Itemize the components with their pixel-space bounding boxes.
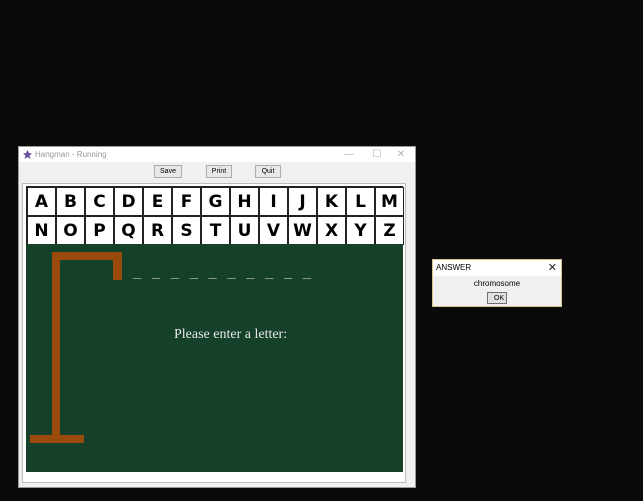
quit-button[interactable]: Quit [255, 165, 281, 178]
letter-prompt: Please enter a letter: [174, 327, 288, 342]
letter-button[interactable]: J [288, 187, 317, 216]
letter-button[interactable]: D [114, 187, 143, 216]
java-app-icon [23, 150, 32, 159]
letter-button[interactable]: Z [375, 216, 404, 245]
letter-button[interactable]: A [27, 187, 56, 216]
toolbar: Save Print Quit [19, 162, 415, 185]
dialog-titlebar[interactable]: ANSWER ✕ [433, 260, 561, 276]
save-button[interactable]: Save [154, 165, 182, 178]
letter-button[interactable]: E [143, 187, 172, 216]
letter-grid: ABCDEFGHIJKLM NOPQRSTUVWXYZ [26, 186, 404, 245]
word-blanks: _ _ _ _ _ _ _ _ _ _ [133, 263, 313, 279]
letter-button[interactable]: G [201, 187, 230, 216]
close-icon[interactable]: ✕ [387, 147, 415, 162]
letter-button[interactable]: Q [114, 216, 143, 245]
gallows-post [52, 252, 60, 442]
letter-button[interactable]: L [346, 187, 375, 216]
game-board: _ _ _ _ _ _ _ _ _ _ Please enter a lette… [26, 244, 403, 472]
letter-button[interactable]: O [56, 216, 85, 245]
letter-button[interactable]: C [85, 187, 114, 216]
window-title: Hangman - Running [35, 150, 107, 159]
gallows-rope [113, 252, 122, 280]
letter-button[interactable]: U [230, 216, 259, 245]
letter-button[interactable]: I [259, 187, 288, 216]
letter-button[interactable]: R [143, 216, 172, 245]
dialog-title: ANSWER [436, 263, 472, 272]
letter-button[interactable]: M [375, 187, 404, 216]
letter-button[interactable]: F [172, 187, 201, 216]
game-panel: ABCDEFGHIJKLM NOPQRSTUVWXYZ _ _ _ _ _ _ _… [22, 183, 406, 483]
dialog-message: chromosome [473, 279, 521, 288]
ok-button[interactable]: OK [487, 292, 507, 304]
print-button[interactable]: Print [206, 165, 232, 178]
letter-button[interactable]: K [317, 187, 346, 216]
letter-button[interactable]: S [172, 216, 201, 245]
letter-button[interactable]: H [230, 187, 259, 216]
dialog-close-icon[interactable]: ✕ [548, 261, 557, 275]
letter-button[interactable]: N [27, 216, 56, 245]
letter-button[interactable]: W [288, 216, 317, 245]
letter-button[interactable]: Y [346, 216, 375, 245]
letter-button[interactable]: T [201, 216, 230, 245]
letter-button[interactable]: B [56, 187, 85, 216]
window-edge [408, 183, 415, 483]
letter-button[interactable]: X [317, 216, 346, 245]
window-titlebar[interactable]: Hangman - Running — ☐ ✕ [19, 147, 415, 162]
hangman-window: Hangman - Running — ☐ ✕ Save Print Quit … [18, 146, 416, 488]
gallows-beam [52, 252, 122, 260]
letter-button[interactable]: P [85, 216, 114, 245]
answer-dialog: ANSWER ✕ chromosome OK [432, 259, 562, 307]
minimize-icon[interactable]: — [335, 147, 363, 162]
letter-button[interactable]: V [259, 216, 288, 245]
